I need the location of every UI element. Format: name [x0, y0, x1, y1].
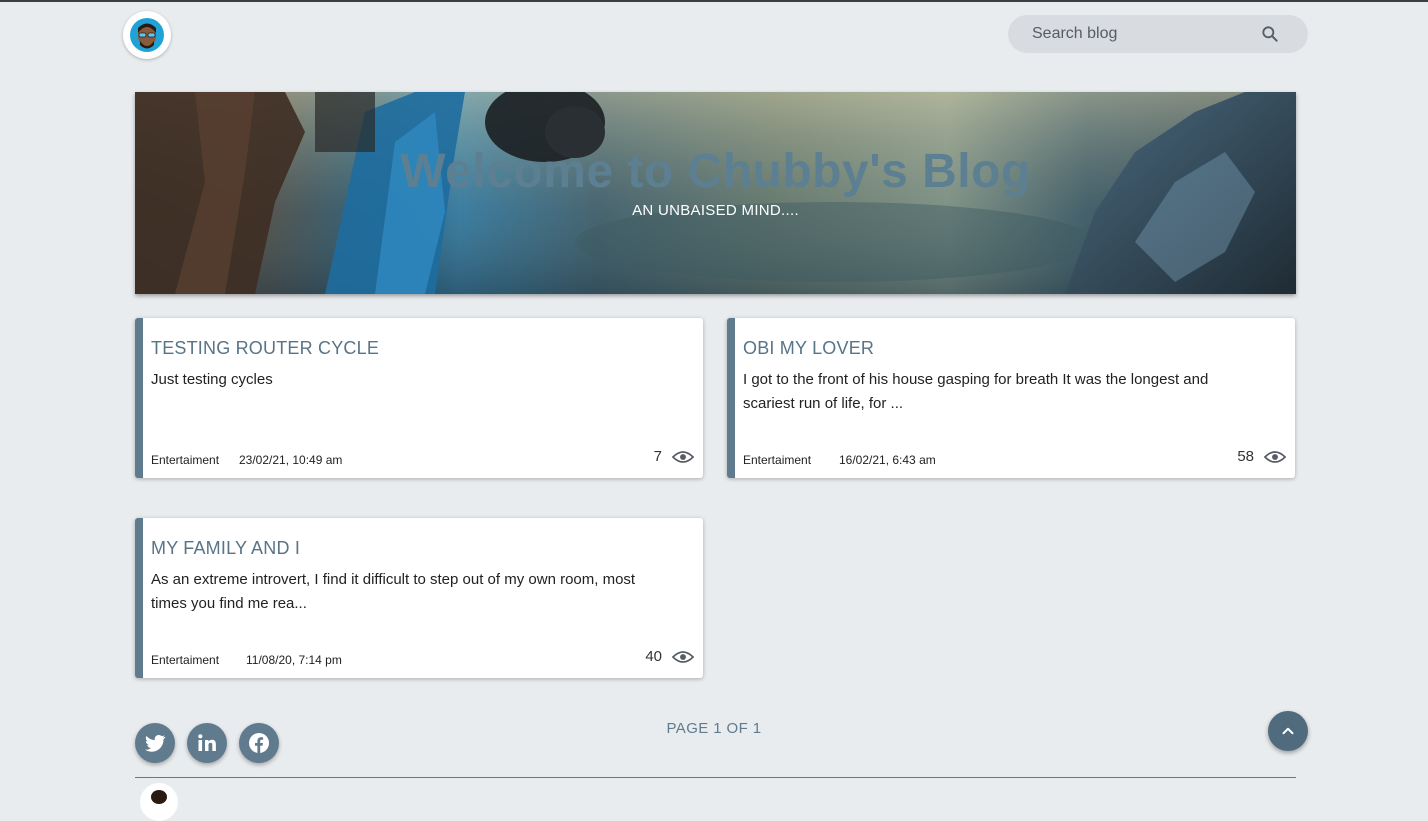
post-date: 11/08/20, 7:14 pm: [246, 653, 342, 667]
post-title[interactable]: MY FAMILY AND I: [151, 538, 300, 559]
footer-divider: [135, 777, 1296, 778]
search-icon[interactable]: [1260, 24, 1280, 44]
post-category: Entertaiment: [743, 453, 812, 467]
post-card[interactable]: MY FAMILY AND I As an extreme introvert,…: [135, 518, 703, 678]
avatar[interactable]: [123, 11, 171, 59]
avatar-icon: [141, 784, 177, 820]
twitter-icon: [145, 734, 166, 752]
eye-icon: [672, 451, 694, 463]
post-card[interactable]: TESTING ROUTER CYCLE Just testing cycles…: [135, 318, 703, 478]
post-title[interactable]: TESTING ROUTER CYCLE: [151, 338, 379, 359]
post-excerpt: I got to the front of his house gasping …: [743, 371, 1209, 412]
facebook-icon: [249, 733, 269, 753]
twitter-button[interactable]: [135, 723, 175, 763]
post-date: 23/02/21, 10:49 am: [239, 453, 343, 467]
avatar-icon: [125, 13, 169, 57]
post-title[interactable]: OBI MY LOVER: [743, 338, 874, 359]
post-card[interactable]: OBI MY LOVER I got to the front of his h…: [727, 318, 1295, 478]
search-bar[interactable]: [1008, 15, 1308, 53]
post-excerpt: Just testing cycles: [151, 371, 273, 388]
eye-icon: [672, 651, 694, 663]
hero-subtitle: AN UNBAISED MIND....: [632, 202, 799, 219]
post-category: Entertaiment: [151, 453, 220, 467]
search-input[interactable]: [1032, 15, 1252, 53]
post-view-count: 7: [653, 448, 662, 465]
hero-banner: Welcome to Chubby's Blog AN UNBAISED MIN…: [135, 92, 1296, 294]
post-date: 16/02/21, 6:43 am: [839, 453, 936, 467]
post-category: Entertaiment: [151, 653, 220, 667]
linkedin-button[interactable]: [187, 723, 227, 763]
post-excerpt: As an extreme introvert, I find it diffi…: [151, 571, 636, 612]
footer-avatar: [140, 783, 178, 821]
scroll-to-top-button[interactable]: [1268, 711, 1308, 751]
facebook-button[interactable]: [239, 723, 279, 763]
eye-icon: [1264, 451, 1286, 463]
linkedin-icon: [198, 734, 216, 751]
hero-title: Welcome to Chubby's Blog: [400, 145, 1031, 198]
post-view-count: 40: [645, 648, 662, 665]
post-view-count: 58: [1237, 448, 1254, 465]
chevron-up-icon: [1282, 727, 1294, 735]
